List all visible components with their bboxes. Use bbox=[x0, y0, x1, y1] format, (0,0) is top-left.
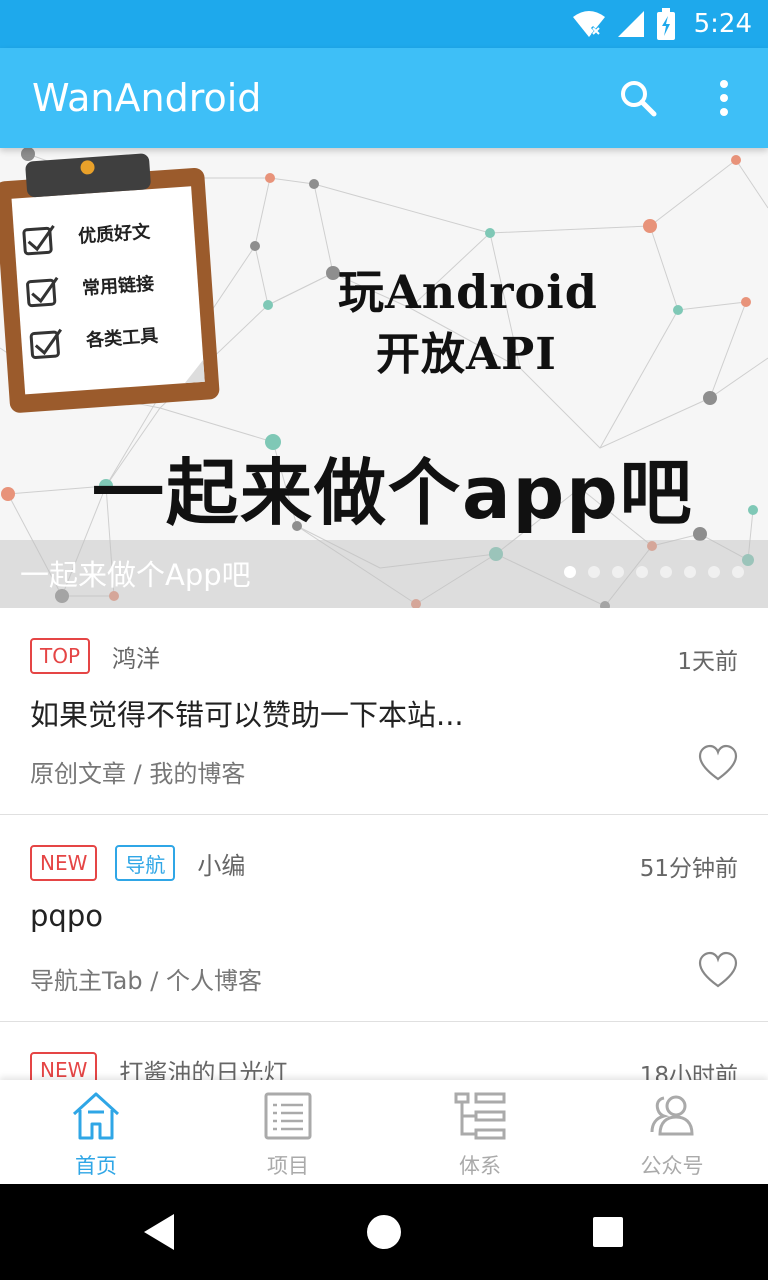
clipboard-item: 优质好文 bbox=[77, 221, 151, 248]
search-button[interactable] bbox=[614, 74, 662, 122]
new-tag: NEW bbox=[30, 845, 98, 881]
toolbar: WanAndroid bbox=[0, 48, 768, 148]
home-icon bbox=[72, 1092, 120, 1140]
overflow-menu-button[interactable] bbox=[700, 74, 748, 122]
article-chapter[interactable]: 原创文章 / 我的博客 bbox=[30, 754, 245, 789]
carousel-indicator bbox=[564, 566, 744, 578]
top-tag: TOP bbox=[30, 638, 91, 674]
article-meta: TOP 鸿洋 bbox=[30, 638, 160, 674]
article-item[interactable]: NEW 导航 小编 51分钟前 pqpo 导航主Tab / 个人博客 bbox=[0, 815, 768, 1022]
article-title[interactable]: pqpo bbox=[30, 899, 103, 933]
back-icon[interactable] bbox=[136, 1208, 184, 1256]
banner-slogan: 一起来做个app吧 bbox=[92, 451, 694, 535]
bottom-navigation: 首页 项目 体系 公众号 bbox=[0, 1080, 768, 1184]
status-time: 5:24 bbox=[693, 9, 752, 39]
nav-item-wechat[interactable]: 公众号 bbox=[576, 1080, 768, 1184]
article-list: TOP 鸿洋 1天前 如果觉得不错可以赞助一下本站... 原创文章 / 我的博客… bbox=[0, 608, 768, 1142]
app-screen: 5:24 WanAndroid 优质好文 常用链接 各类工具 玩Android … bbox=[0, 0, 768, 1280]
carousel-dot[interactable] bbox=[588, 566, 600, 578]
carousel-dot[interactable] bbox=[636, 566, 648, 578]
article-chapter[interactable]: 导航主Tab / 个人博客 bbox=[30, 961, 262, 996]
clipboard-item: 常用链接 bbox=[81, 273, 155, 300]
status-icons: 5:24 bbox=[572, 0, 752, 48]
search-icon bbox=[621, 81, 657, 117]
article-meta: NEW 导航 小编 bbox=[30, 845, 245, 881]
article-item[interactable]: TOP 鸿洋 1天前 如果觉得不错可以赞助一下本站... 原创文章 / 我的博客 bbox=[0, 608, 768, 815]
people-icon bbox=[650, 1095, 694, 1136]
signal-icon bbox=[617, 11, 644, 37]
carousel-dot[interactable] bbox=[612, 566, 624, 578]
more-vert-icon bbox=[720, 80, 728, 116]
favorite-heart-icon[interactable] bbox=[698, 744, 738, 784]
clipboard-item: 各类工具 bbox=[85, 325, 159, 352]
nav-item-home[interactable]: 首页 bbox=[0, 1080, 192, 1184]
project-list-icon bbox=[264, 1092, 312, 1140]
article-author[interactable]: 鸿洋 bbox=[112, 639, 160, 674]
battery-icon bbox=[656, 8, 675, 40]
carousel-dot-active[interactable] bbox=[564, 566, 576, 578]
system-navigation-bar bbox=[0, 1184, 768, 1280]
status-bar: 5:24 bbox=[0, 0, 768, 48]
nav-label-wechat: 公众号 bbox=[640, 1154, 704, 1178]
nav-label-system: 体系 bbox=[459, 1154, 501, 1178]
tree-icon bbox=[454, 1092, 506, 1140]
carousel-dot[interactable] bbox=[684, 566, 696, 578]
carousel-dot[interactable] bbox=[732, 566, 744, 578]
article-author[interactable]: 小编 bbox=[197, 846, 245, 881]
favorite-heart-icon[interactable] bbox=[698, 951, 738, 991]
banner-caption-bar: 一起来做个App吧 bbox=[0, 540, 768, 608]
recents-icon[interactable] bbox=[584, 1208, 632, 1256]
nav-label-project: 项目 bbox=[267, 1154, 309, 1178]
banner-title-line-2: 开放API bbox=[376, 329, 557, 380]
nav-item-project[interactable]: 项目 bbox=[192, 1080, 384, 1184]
article-time: 1天前 bbox=[677, 649, 738, 675]
banner-title-line-1: 玩Android bbox=[338, 265, 598, 319]
nav-item-system[interactable]: 体系 bbox=[384, 1080, 576, 1184]
nav-label-home: 首页 bbox=[75, 1154, 117, 1178]
carousel-dot[interactable] bbox=[708, 566, 720, 578]
banner-caption: 一起来做个App吧 bbox=[20, 558, 251, 592]
banner-carousel[interactable]: 优质好文 常用链接 各类工具 玩Android 开放API 一起来做个app吧 … bbox=[0, 148, 768, 608]
category-tag: 导航 bbox=[115, 845, 176, 881]
app-title: WanAndroid bbox=[32, 76, 262, 120]
article-time: 51分钟前 bbox=[639, 856, 738, 882]
home-button-icon[interactable] bbox=[360, 1208, 408, 1256]
article-title[interactable]: 如果觉得不错可以赞助一下本站... bbox=[30, 692, 464, 734]
wifi-icon bbox=[572, 11, 605, 37]
carousel-dot[interactable] bbox=[660, 566, 672, 578]
